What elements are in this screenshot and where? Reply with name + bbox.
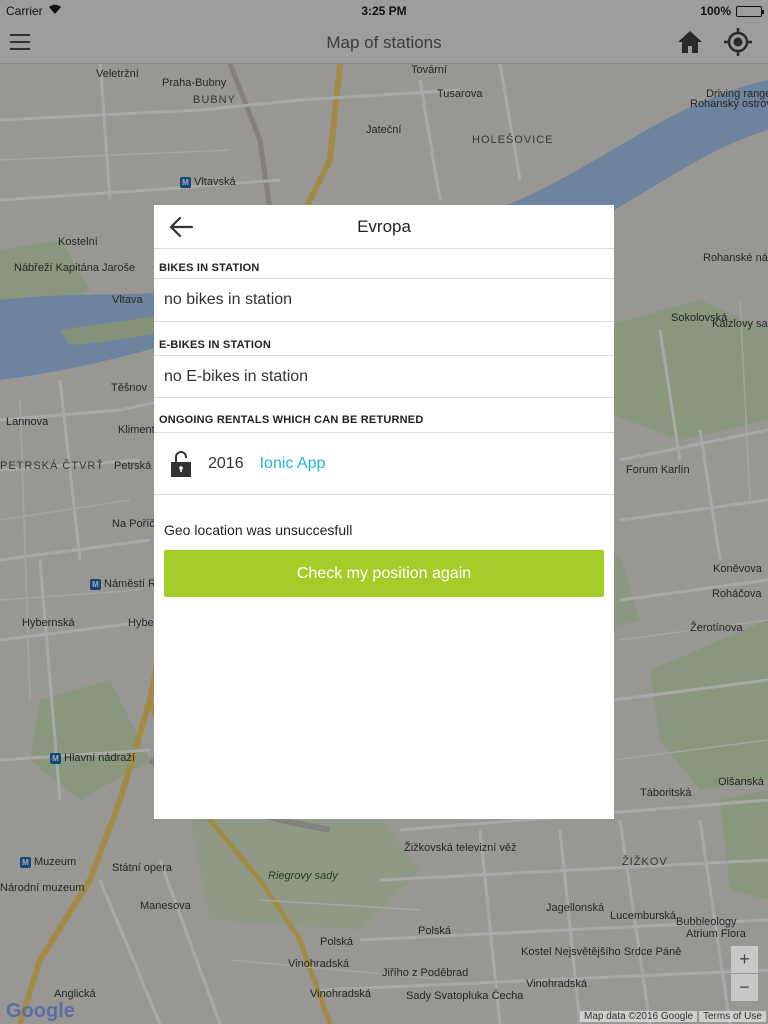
menu-icon[interactable] — [10, 31, 32, 53]
ebikes-heading: E-BIKES IN STATION — [154, 321, 614, 356]
map-label: Anglická — [54, 988, 96, 1000]
map-label: Lucemburská — [610, 910, 677, 922]
map-label: Polská — [320, 936, 354, 948]
map-label: Rohanské nábř. — [703, 252, 768, 264]
battery-percent: 100% — [700, 4, 731, 18]
map-label: Vltava — [112, 294, 143, 306]
map-label: Tovární — [411, 64, 448, 76]
map-label: PETRSKÁ ČTVRŤ — [0, 460, 105, 472]
bikes-value: no bikes in station — [164, 291, 293, 308]
map-label: Vinohradská — [310, 988, 371, 1000]
map-label: Jiřího z Poděbrad — [382, 967, 469, 979]
zoom-out-button[interactable]: − — [731, 974, 758, 1001]
map-label: Bubbleology — [676, 916, 737, 928]
map-label: Státní opera — [112, 862, 172, 874]
map-label: Kostelní — [58, 236, 98, 248]
map-label: Tusarova — [437, 88, 483, 100]
map-label: Hybernská — [22, 617, 75, 629]
map-label: BUBNY — [193, 94, 236, 106]
map-label: Manesova — [140, 900, 191, 912]
map-label: HOLEŠOVICE — [472, 134, 554, 146]
rental-app-link[interactable]: Ionic App — [260, 455, 326, 473]
map-label: Lannova — [6, 416, 49, 428]
map-label: Praha-Bubny — [162, 77, 227, 89]
map-label: Kostel Nejsvětějšího Srdce Páně — [521, 946, 682, 958]
map-label: Hlavní nádraží — [50, 752, 135, 764]
map-label: Táboritská — [640, 787, 692, 799]
map-label: Jagellonská — [546, 902, 605, 914]
status-time: 3:25 PM — [361, 4, 407, 18]
map-label: Kaizlovy sady — [712, 318, 768, 330]
rentals-heading: ONGOING RENTALS WHICH CAN BE RETURNED — [154, 397, 614, 433]
page-title: Map of stations — [326, 32, 442, 52]
back-arrow-icon[interactable] — [168, 215, 194, 239]
map-label: Petrská — [114, 460, 152, 472]
map-label: Nábřeží Kapitána Jaroše — [14, 262, 136, 274]
carrier-label: Carrier — [6, 4, 43, 18]
map-label: Žerotínova — [690, 622, 743, 634]
zoom-in-button[interactable]: + — [731, 946, 758, 973]
home-icon[interactable] — [676, 28, 704, 56]
rental-item[interactable]: 2016 Ionic App — [154, 433, 614, 495]
wifi-icon — [48, 4, 62, 18]
battery-icon — [736, 5, 764, 17]
map-label: Atrium Flora — [686, 928, 746, 940]
geo-location-message: Geo location was unsuccesfull — [164, 522, 353, 538]
google-logo: Google — [6, 1000, 75, 1022]
map-label: Vinohradská — [288, 958, 349, 970]
app-header: Map of stations — [0, 22, 768, 64]
map-label: Vinohradská — [526, 978, 587, 990]
map-label: ŽIŽKOV — [622, 856, 668, 868]
map-label: Jateční — [366, 124, 402, 136]
map-label: Těšnov — [111, 382, 148, 394]
station-modal: Evropa BIKES IN STATION no bikes in stat… — [154, 205, 614, 819]
unlock-icon — [170, 450, 192, 478]
bikes-heading: BIKES IN STATION — [154, 249, 614, 279]
map-label: Národní muzeum — [0, 882, 85, 894]
map-label: Vltavská — [180, 176, 236, 188]
map-label: Polská — [418, 925, 452, 937]
station-title: Evropa — [357, 216, 411, 236]
ebikes-value: no E-bikes in station — [164, 367, 309, 385]
map-label: Rohanský ostrov — [690, 98, 768, 110]
map-label: Veletržní — [96, 68, 139, 80]
map-data-attribution: Map data ©2016 Google — [580, 1011, 698, 1022]
map-label: Olšanská — [718, 776, 764, 788]
map-label: Sady Svatopluka Čecha — [406, 990, 524, 1002]
map-label: Riegrovy sady — [268, 870, 338, 882]
terms-of-use-link[interactable]: Terms of Use — [699, 1011, 766, 1022]
map-label: Na Poříčí — [112, 518, 158, 530]
map-label: Forum Karlín — [626, 464, 690, 476]
status-bar: Carrier 3:25 PM 100% — [0, 0, 768, 22]
modal-header: Evropa — [154, 205, 614, 249]
check-position-button[interactable]: Check my position again — [164, 550, 604, 597]
map-label: Roháčova — [712, 588, 762, 600]
map-label: Koněvova — [713, 563, 762, 575]
rental-number: 2016 — [208, 454, 244, 472]
map-label: Žižkovská televizní věž — [404, 842, 517, 854]
map-label: Muzeum — [20, 856, 76, 868]
locate-icon[interactable] — [723, 27, 753, 57]
